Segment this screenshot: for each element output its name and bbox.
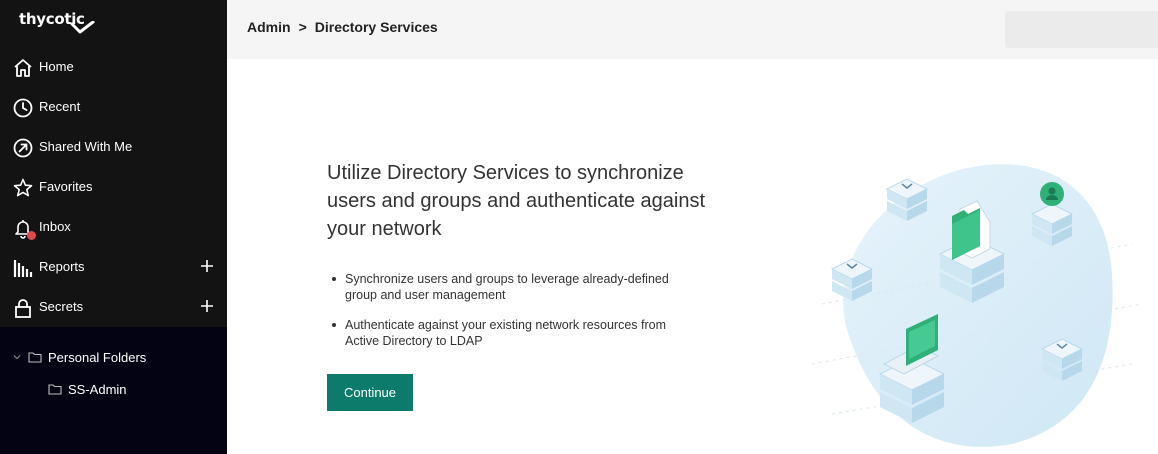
inbox-notification-badge (27, 231, 36, 240)
star-icon (13, 178, 33, 197)
expand-reports-plus-icon[interactable] (200, 259, 214, 273)
page-headline: Utilize Directory Services to synchroniz… (327, 162, 706, 240)
list-item: Synchronize users and groups to leverage… (327, 271, 697, 303)
folder-icon (48, 384, 62, 395)
sidebar-nav: thycotic Home Recent Shared With Me Favo… (0, 0, 227, 327)
nav-label-recent: Recent (39, 99, 81, 114)
continue-button[interactable]: Continue (327, 374, 413, 411)
home-icon (14, 59, 32, 77)
nav-item-secrets[interactable]: Secrets (0, 287, 227, 327)
nav-label-inbox: Inbox (39, 219, 71, 234)
folder-personal-folders[interactable]: Personal Folders (12, 346, 146, 368)
nav-item-recent[interactable]: Recent (0, 87, 227, 127)
breadcrumb-admin[interactable]: Admin (247, 19, 291, 35)
bar-chart-icon (13, 260, 33, 277)
folder-label-personal: Personal Folders (48, 349, 147, 365)
breadcrumb-directory-services: Directory Services (314, 19, 438, 35)
breadcrumb: Admin > Directory Services (247, 19, 438, 35)
list-item: Authenticate against your existing netwo… (327, 317, 697, 349)
sidebar: thycotic Home Recent Shared With Me Favo… (0, 0, 227, 454)
lock-icon (15, 299, 31, 318)
main-content: Utilize Directory Services to synchroniz… (227, 59, 1158, 454)
nav-item-favorites[interactable]: Favorites (0, 167, 227, 207)
nav-item-reports[interactable]: Reports (0, 247, 227, 287)
share-arrow-icon (13, 138, 33, 158)
chevron-down-icon[interactable] (12, 352, 22, 362)
nav-label-shared: Shared With Me (39, 139, 133, 154)
feature-list: Synchronize users and groups to leverage… (327, 271, 697, 349)
search-input[interactable] (1005, 11, 1158, 48)
folder-tree: Personal Folders SS-Admin (0, 327, 227, 454)
logo-checkmark-icon (70, 21, 95, 34)
nav-label-reports: Reports (39, 259, 85, 274)
directory-services-illustration (811, 164, 1143, 447)
folder-icon (28, 352, 42, 363)
nav-item-shared[interactable]: Shared With Me (0, 127, 227, 167)
nav-label-favorites: Favorites (39, 179, 93, 194)
top-header: Admin > Directory Services (227, 0, 1158, 59)
folder-label-ss-admin: SS-Admin (68, 381, 127, 397)
breadcrumb-separator: > (298, 19, 307, 35)
thycotic-logo[interactable]: thycotic (19, 10, 95, 36)
nav-label-home: Home (39, 59, 74, 74)
nav-item-home[interactable]: Home (0, 47, 227, 87)
nav-label-secrets: Secrets (39, 299, 84, 314)
nav-item-inbox[interactable]: Inbox (0, 207, 227, 247)
expand-secrets-plus-icon[interactable] (200, 299, 214, 313)
clock-icon (13, 98, 33, 118)
folder-ss-admin[interactable]: SS-Admin (48, 378, 127, 400)
